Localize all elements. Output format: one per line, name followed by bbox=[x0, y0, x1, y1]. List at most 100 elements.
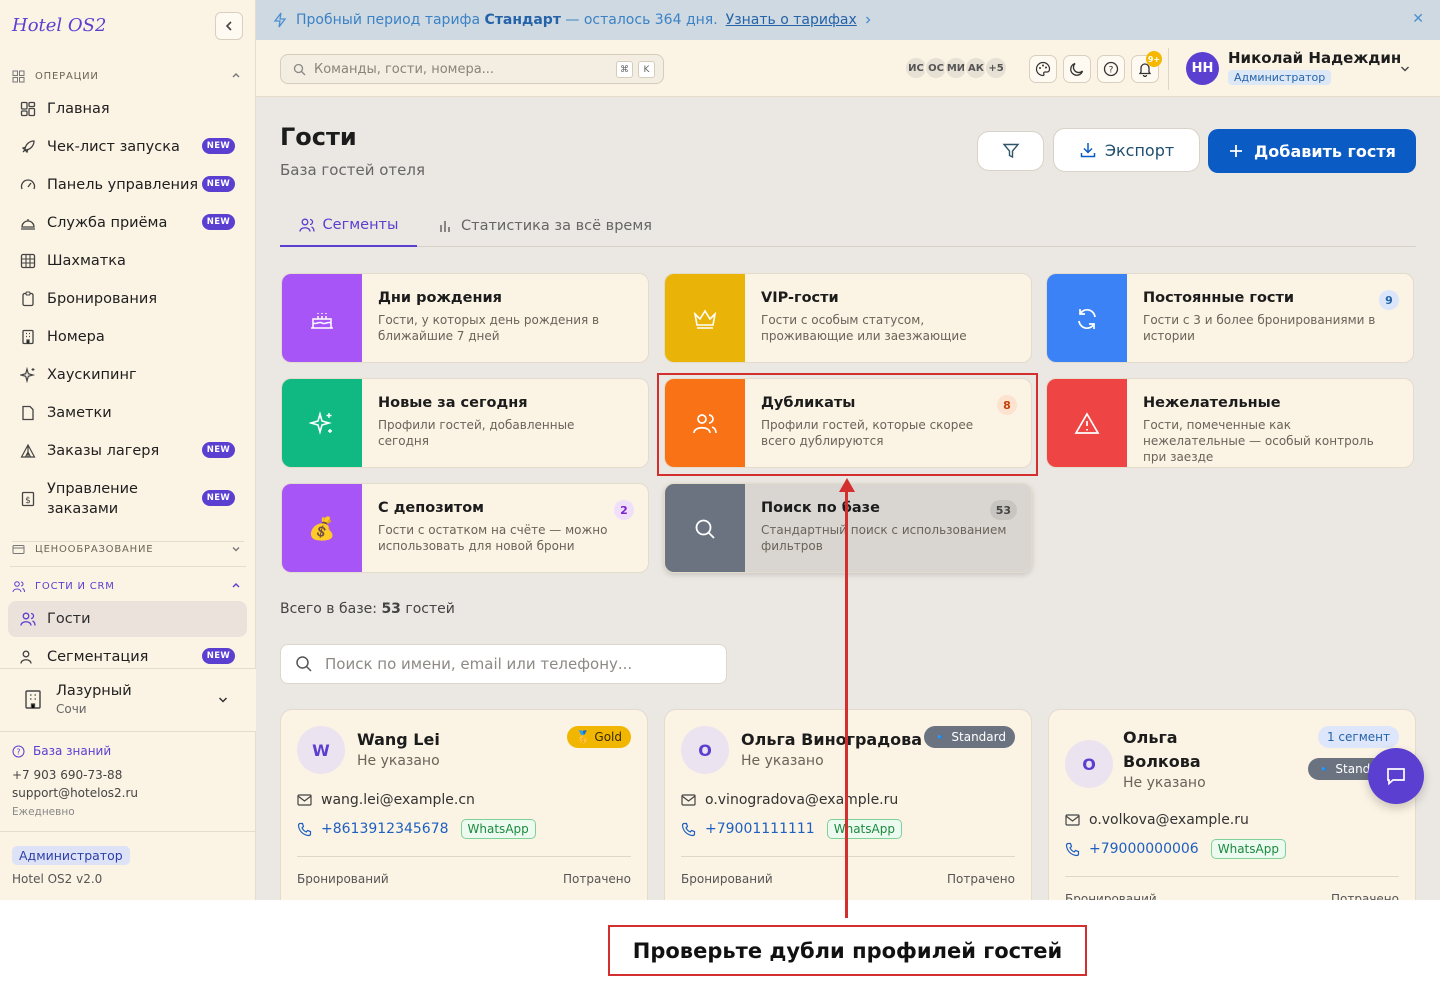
guest-email[interactable]: o.volkova@example.ru bbox=[1065, 812, 1249, 828]
segment-vip[interactable]: VIP-гости Гости с особым статусом, прожи… bbox=[664, 273, 1032, 363]
sidebar-item-label: Гости bbox=[47, 611, 91, 627]
sidebar-item-bookings[interactable]: Бронирования bbox=[8, 281, 247, 317]
segment-regulars[interactable]: Постоянные гости Гости с 3 и более брони… bbox=[1046, 273, 1414, 363]
user-name[interactable]: Николай Надеждин bbox=[1228, 49, 1401, 67]
hotel-switcher[interactable]: Лазурный Сочи bbox=[0, 668, 256, 732]
lightning-icon bbox=[273, 12, 287, 28]
segment-undesirable[interactable]: Нежелательные Гости, помеченные как неже… bbox=[1046, 378, 1414, 468]
guest-phone-text: +79001111111 bbox=[705, 821, 815, 837]
segment-birthdays[interactable]: Дни рождения Гости, у которых день рожде… bbox=[281, 273, 649, 363]
sidebar-item-front-desk[interactable]: Служба приёма NEW bbox=[8, 205, 247, 241]
sidebar-item-rooms[interactable]: Номера bbox=[8, 319, 247, 355]
command-search-placeholder: Команды, гости, номера... bbox=[314, 61, 495, 77]
page-subtitle: База гостей отеля bbox=[280, 161, 425, 179]
help-icon: ? bbox=[12, 745, 25, 757]
support-email[interactable]: support@hotelos2.ru bbox=[12, 786, 138, 800]
whatsapp-badge[interactable]: WhatsApp bbox=[460, 819, 536, 839]
guest-name-first[interactable]: Ольга bbox=[1123, 728, 1178, 747]
guest-name[interactable]: Wang Lei bbox=[357, 730, 440, 749]
collapse-sidebar-button[interactable] bbox=[215, 12, 243, 40]
guest-email[interactable]: o.vinogradova@example.ru bbox=[681, 792, 898, 808]
guest-phone[interactable]: +79000000006 WhatsApp bbox=[1065, 839, 1286, 859]
segment-title: С депозитом bbox=[378, 500, 485, 516]
export-button[interactable]: Экспорт bbox=[1053, 128, 1200, 172]
segment-description: Стандартный поиск с использованием фильт… bbox=[761, 523, 1007, 553]
command-search[interactable]: Команды, гости, номера... ⌘ K bbox=[280, 54, 664, 84]
sidebar-item-label: Чек-лист запуска bbox=[47, 139, 180, 155]
sidebar-item-label: Заметки bbox=[47, 405, 112, 421]
sidebar-item-chessboard[interactable]: Шахматка bbox=[8, 243, 247, 279]
support-phone[interactable]: +7 903 690-73-88 bbox=[12, 768, 122, 782]
filter-button[interactable] bbox=[977, 131, 1044, 171]
whatsapp-badge[interactable]: WhatsApp bbox=[1210, 839, 1286, 859]
segment-deposit[interactable]: 💰 С депозитом Гости с остатком на счёте … bbox=[281, 483, 649, 573]
online-users[interactable]: ИС ОС МИ АК +5 bbox=[904, 56, 1008, 80]
total-count: 53 bbox=[381, 601, 401, 617]
sidebar-item-notes[interactable]: Заметки bbox=[8, 395, 247, 431]
app-logo: Hotel OS2 bbox=[12, 15, 107, 36]
sidebar-item-dashboard[interactable]: Панель управления NEW bbox=[8, 167, 247, 203]
chevron-down-icon[interactable] bbox=[1399, 63, 1411, 75]
segment-description: Гости с остатком на счёте — можно исполь… bbox=[378, 523, 608, 553]
guest-card[interactable]: О Ольга Волкова Не указано 1 сегмент 🔹 S… bbox=[1048, 709, 1416, 900]
bookings-label: Бронирований bbox=[1065, 892, 1157, 900]
segment-count: 53 bbox=[989, 500, 1017, 520]
sidebar-item-housekeeping[interactable]: Хаускипинг bbox=[8, 357, 247, 393]
sidebar-item-label: Шахматка bbox=[47, 253, 126, 269]
guest-email[interactable]: wang.lei@example.cn bbox=[297, 792, 475, 808]
dark-mode-button[interactable] bbox=[1063, 55, 1091, 83]
guest-search-input[interactable]: Поиск по имени, email или телефону... bbox=[280, 644, 727, 684]
section-crm[interactable]: ГОСТИ И CRM bbox=[12, 578, 244, 594]
segment-search[interactable]: Поиск по базе Стандартный поиск с исполь… bbox=[664, 483, 1032, 573]
hotel-name: Лазурный bbox=[56, 683, 132, 699]
segment-description: Гости с особым статусом, проживающие или… bbox=[761, 313, 967, 343]
moon-icon bbox=[1070, 62, 1084, 76]
section-crm-label: ГОСТИ И CRM bbox=[35, 580, 115, 592]
theme-palette-button[interactable] bbox=[1029, 55, 1057, 83]
guest-name[interactable]: Ольга Виноградова bbox=[741, 730, 922, 749]
palette-icon bbox=[1035, 61, 1051, 77]
add-guest-button[interactable]: Добавить гостя bbox=[1208, 129, 1416, 173]
tab-statistics[interactable]: Статистика за всё время bbox=[438, 205, 652, 247]
knowledge-base-link[interactable]: ? База знаний bbox=[12, 744, 111, 758]
crown-icon bbox=[665, 274, 745, 362]
sidebar-item-launch-checklist[interactable]: Чек-лист запуска NEW bbox=[8, 129, 247, 165]
close-icon[interactable]: ✕ bbox=[1412, 11, 1424, 27]
guest-phone[interactable]: +79001111111 WhatsApp bbox=[681, 819, 902, 839]
sidebar-item-order-management[interactable]: $ Управление заказами NEW bbox=[8, 471, 247, 527]
avatar-more[interactable]: +5 bbox=[984, 56, 1008, 80]
section-operations[interactable]: ОПЕРАЦИИ bbox=[12, 68, 244, 84]
avatar: О bbox=[1065, 740, 1113, 788]
export-label: Экспорт bbox=[1104, 140, 1175, 160]
sidebar-item-label: Управление заказами bbox=[47, 481, 138, 517]
gauge-icon bbox=[19, 177, 36, 194]
sidebar-item-label: Главная bbox=[47, 101, 110, 117]
segment-new-today[interactable]: Новые за сегодня Профили гостей, добавле… bbox=[281, 378, 649, 468]
cake-icon bbox=[282, 274, 362, 362]
users-icon bbox=[19, 611, 36, 628]
annotation-arrow-line bbox=[845, 484, 848, 918]
divider bbox=[1065, 876, 1399, 877]
chat-button[interactable] bbox=[1368, 748, 1424, 804]
sidebar-item-label: Панель управления bbox=[47, 177, 199, 193]
sidebar-item-label: Служба приёма bbox=[47, 215, 168, 231]
tab-label: Сегменты bbox=[322, 217, 399, 233]
guest-phone[interactable]: +8613912345678 WhatsApp bbox=[297, 819, 536, 839]
guest-card[interactable]: W Wang Lei Не указано 🥇 Gold wang.lei@ex… bbox=[280, 709, 648, 900]
section-pricing[interactable]: ЦЕНООБРАЗОВАНИЕ bbox=[12, 541, 244, 557]
sidebar-item-guests[interactable]: Гости bbox=[8, 601, 247, 637]
guest-subtitle: Не указано bbox=[741, 753, 824, 769]
guest-name-last[interactable]: Волкова bbox=[1123, 752, 1201, 771]
help-button[interactable]: ? bbox=[1097, 55, 1125, 83]
trial-banner: Пробный период тарифа Стандарт — осталос… bbox=[256, 0, 1440, 40]
sidebar-item-home[interactable]: Главная bbox=[8, 91, 247, 127]
user-avatar[interactable]: НН bbox=[1186, 52, 1219, 85]
guest-card[interactable]: О Ольга Виноградова Не указано 🔹 Standar… bbox=[664, 709, 1032, 900]
total-unit: гостей bbox=[405, 601, 455, 617]
pricing-link[interactable]: Узнать о тарифах bbox=[726, 12, 857, 28]
search-icon bbox=[296, 656, 312, 672]
layout-icon bbox=[19, 101, 36, 118]
sidebar-item-camp-orders[interactable]: Заказы лагеря NEW bbox=[8, 433, 247, 469]
whatsapp-badge[interactable]: WhatsApp bbox=[826, 819, 902, 839]
tab-segments[interactable]: Сегменты bbox=[280, 205, 417, 247]
